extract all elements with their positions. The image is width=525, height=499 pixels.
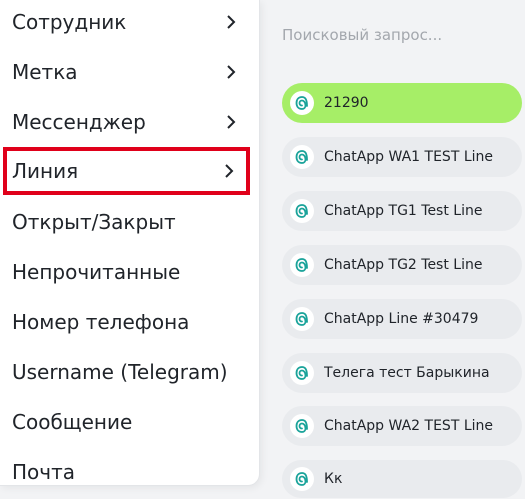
chevron-right-icon [224,15,238,29]
menu-item-label: Username (Telegram) [12,360,228,384]
line-list-item[interactable]: Телега тест Барыкина [282,353,522,393]
chatapp-logo-icon [290,253,314,277]
chatapp-logo-icon [290,467,314,491]
menu-item-label: Линия [12,159,79,183]
line-label: ChatApp TG2 Test Line [324,257,483,273]
chatapp-logo-icon [290,414,314,438]
chatapp-logo-icon [290,145,314,169]
menu-item-messenger[interactable]: Мессенджер [0,100,252,144]
menu-item-label: Метка [12,60,78,84]
menu-item-label: Открыт/Закрыт [12,210,176,234]
line-label: Кк [324,471,343,487]
line-list-item[interactable]: ChatApp WA2 TEST Line [282,406,522,446]
line-label: ChatApp WA2 TEST Line [324,418,493,434]
line-list-item[interactable]: ChatApp Line #30479 [282,299,522,339]
menu-item-employee[interactable]: Сотрудник [0,0,252,44]
menu-item-tag[interactable]: Метка [0,50,252,94]
menu-item-username[interactable]: Username (Telegram) [0,350,252,394]
menu-item-label: Почта [12,460,75,484]
menu-item-line[interactable]: Линия [3,147,250,195]
chatapp-logo-icon [290,91,314,115]
chevron-right-icon [222,164,236,178]
menu-item-unread[interactable]: Непрочитанные [0,250,252,294]
menu-item-email[interactable]: Почта [0,450,252,494]
menu-item-label: Сотрудник [12,10,127,34]
line-label: ChatApp WA1 TEST Line [324,149,493,165]
line-list-item[interactable]: ChatApp TG1 Test Line [282,191,522,231]
menu-item-open-closed[interactable]: Открыт/Закрыт [0,200,252,244]
filter-menu: Сотрудник Метка Мессенджер Линия Открыт/… [0,0,260,486]
chevron-right-icon [224,115,238,129]
chatapp-logo-icon [290,199,314,223]
line-label: ChatApp TG1 Test Line [324,203,483,219]
line-list-item[interactable]: ChatApp WA1 TEST Line [282,137,522,177]
menu-item-label: Сообщение [12,410,133,434]
menu-item-label: Непрочитанные [12,260,181,284]
chatapp-logo-icon [290,361,314,385]
line-label: Телега тест Барыкина [324,365,490,381]
chatapp-logo-icon [290,307,314,331]
menu-item-label: Номер телефона [12,310,190,334]
chevron-right-icon [224,65,238,79]
line-label: 21290 [324,95,369,111]
menu-item-label: Мессенджер [12,110,146,134]
line-list-item[interactable]: ChatApp TG2 Test Line [282,245,522,285]
line-list-panel: Поисковый запрос... 21290 ChatApp WA1 TE… [270,0,525,499]
menu-item-phone[interactable]: Номер телефона [0,300,252,344]
line-list-item[interactable]: Кк [282,460,522,498]
line-label: ChatApp Line #30479 [324,311,479,327]
line-list-item[interactable]: 21290 [282,83,522,123]
menu-item-message[interactable]: Сообщение [0,400,252,444]
search-input[interactable]: Поисковый запрос... [282,26,442,44]
